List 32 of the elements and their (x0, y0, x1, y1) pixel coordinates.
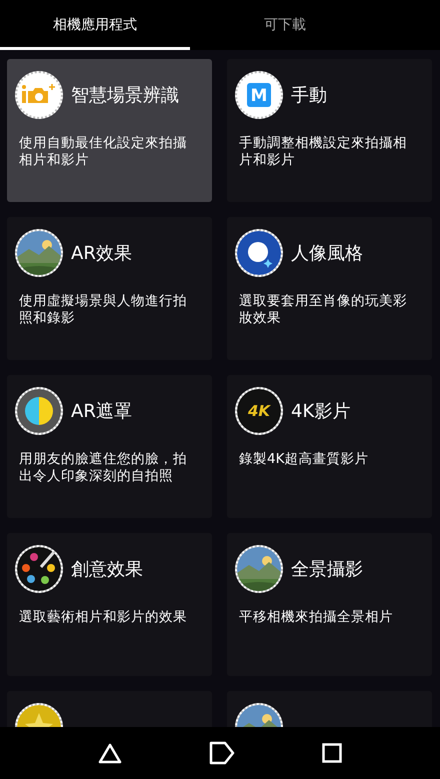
app-description: 錄製4K超高畫質影片 (238, 451, 370, 468)
app-card[interactable]: M 手動 手動調整相機設定來拍攝相片和影片 (227, 59, 432, 202)
app-card[interactable]: 創意效果 選取藝術相片和影片的效果 (7, 533, 212, 676)
home-icon[interactable] (208, 741, 235, 765)
app-card[interactable]: 智慧場景辨識 使用自動最佳化設定來拍攝相片和影片 (7, 59, 212, 202)
app-title: 人像風格 (291, 242, 363, 265)
app-title: 全景攝影 (291, 558, 363, 581)
back-icon[interactable] (98, 742, 122, 764)
manual-mode-icon: M (247, 83, 271, 107)
tab[interactable]: 可下載 (190, 0, 380, 50)
app-description: 選取要套用至肖像的玩美彩妝效果 (238, 293, 408, 327)
app-title: 手動 (291, 84, 327, 107)
app-title: AR遮罩 (71, 400, 132, 423)
app-description: 使用虛擬場景與人物進行拍照和錄影 (18, 293, 188, 327)
recents-icon[interactable] (322, 743, 342, 763)
app-description: 選取藝術相片和影片的效果 (18, 609, 188, 626)
app-title: 創意效果 (71, 558, 143, 581)
app-description: 手動調整相機設定來拍攝相片和影片 (238, 135, 408, 169)
app-card[interactable]: 4K 4K影片 錄製4K超高畫質影片 (227, 375, 432, 518)
app-title: 4K影片 (291, 400, 350, 423)
app-description: 平移相機來拍攝全景相片 (238, 609, 394, 626)
app-card[interactable]: AR遮罩 用朋友的臉遮住您的臉，拍出令人印象深刻的自拍照 (7, 375, 212, 518)
app-title: AR效果 (71, 242, 132, 265)
app-card[interactable]: 人像風格 選取要套用至肖像的玩美彩妝效果 (227, 217, 432, 360)
tab[interactable]: 相機應用程式 (0, 0, 190, 50)
app-description: 用朋友的臉遮住您的臉，拍出令人印象深刻的自拍照 (18, 451, 188, 485)
video-4k-icon: 4K (237, 389, 281, 433)
camera-icon (22, 84, 56, 106)
app-description: 使用自動最佳化設定來拍攝相片和影片 (18, 135, 188, 169)
app-card[interactable]: AR效果 使用虛擬場景與人物進行拍照和錄影 (7, 217, 212, 360)
app-title: 智慧場景辨識 (71, 84, 179, 107)
app-card[interactable]: 全景攝影 平移相機來拍攝全景相片 (227, 533, 432, 676)
